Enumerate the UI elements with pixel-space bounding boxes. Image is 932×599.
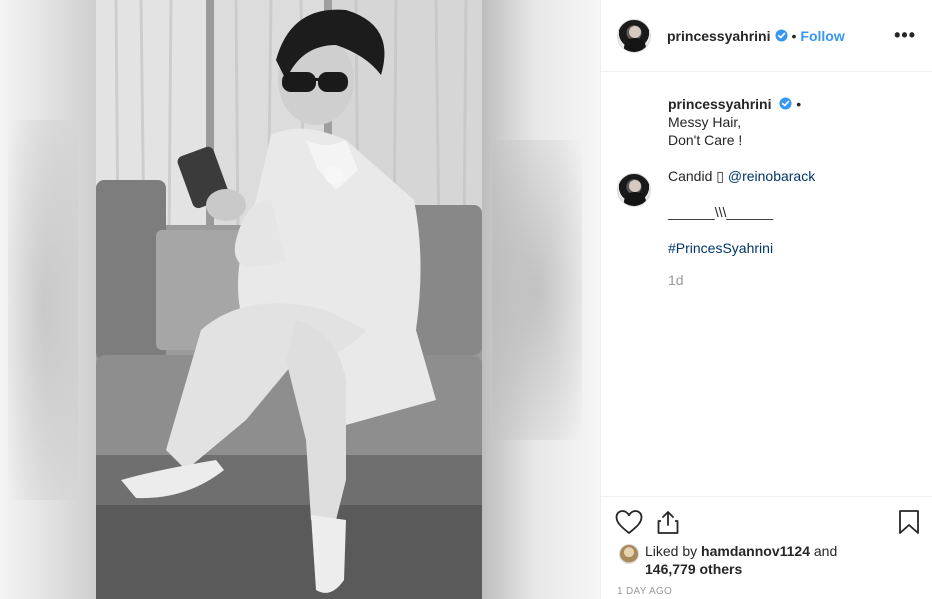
comments-section: princessyahrini • Messy Hair, Don't Care… [601, 72, 932, 496]
author-avatar[interactable] [617, 18, 651, 53]
caption-separator: • [796, 96, 802, 112]
likes-prefix: Liked by [645, 543, 702, 559]
caption-candid-line: Candid ▯ @reinobarack [668, 167, 918, 185]
caption-hashtag[interactable]: #PrincesSyahrini [668, 239, 918, 257]
caption-blank-1 [668, 149, 918, 167]
liker-username[interactable]: hamdannov1124 [701, 543, 810, 559]
photo-blur-right [482, 0, 600, 599]
author-username[interactable]: princessyahrini [667, 28, 771, 44]
verified-badge-icon [774, 29, 788, 42]
caption-blank-2 [668, 185, 918, 203]
post-timestamp[interactable]: 1 DAY AGO [617, 586, 672, 597]
caption-mention[interactable]: @reinobarack [728, 168, 815, 184]
more-options-icon[interactable]: ••• [894, 25, 916, 46]
photo-illustration [96, 0, 482, 599]
action-bar [601, 496, 932, 546]
caption-candid-text: Candid ▯ [668, 168, 728, 184]
post-side-panel: princessyahrini • Follow ••• princessyah… [600, 0, 932, 599]
caption-time: 1d [668, 272, 684, 288]
caption-avatar[interactable] [617, 173, 651, 207]
likes-text: Liked by hamdannov1124 and 146,779 other… [645, 542, 885, 578]
likes-count[interactable]: 146,779 others [645, 561, 742, 577]
caption-line-2: Don't Care ! [668, 132, 743, 148]
post-photo[interactable] [96, 0, 482, 599]
share-icon[interactable] [655, 509, 681, 535]
verified-badge-icon [779, 97, 792, 110]
follow-button[interactable]: Follow [800, 28, 844, 44]
likes-middle: and [809, 543, 838, 559]
liker-avatar[interactable] [619, 544, 639, 564]
header-separator: • [791, 27, 797, 44]
caption-username[interactable]: princessyahrini [668, 96, 772, 112]
bookmark-icon[interactable] [898, 509, 920, 535]
heart-outline-icon[interactable] [615, 509, 643, 535]
caption-line-1: Messy Hair, [668, 114, 742, 130]
photo-blur-left [0, 0, 96, 599]
caption-blank-3 [668, 221, 918, 239]
caption: princessyahrini • Messy Hair, Don't Care… [668, 95, 918, 289]
post-photo-area[interactable] [0, 0, 600, 599]
post-header: princessyahrini • Follow ••• [601, 0, 932, 72]
caption-divider: ______\\\______ [668, 204, 774, 220]
